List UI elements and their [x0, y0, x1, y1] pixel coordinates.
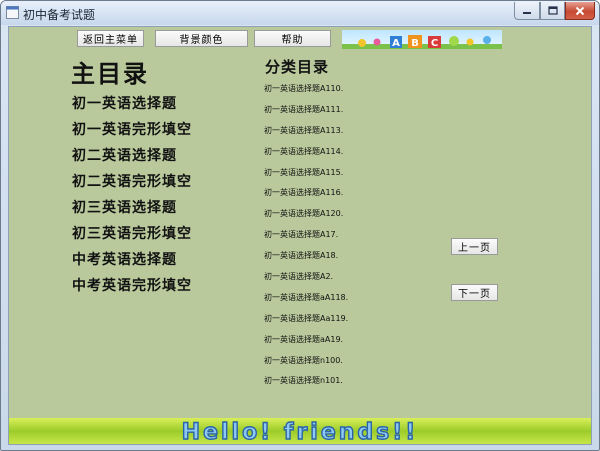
banner-text: Hello! friends!! — [182, 420, 419, 444]
category-item[interactable]: 初一英语选择题n101. — [264, 375, 348, 396]
category-item[interactable]: 初一英语选择题aA118. — [264, 292, 348, 313]
help-button[interactable]: 帮助 — [254, 30, 331, 47]
app-icon — [6, 6, 19, 19]
main-menu-item-grade2-multiple-choice[interactable]: 初二英语选择题 — [72, 146, 192, 172]
title-bar[interactable]: 初中备考试题 — [1, 1, 599, 25]
decorative-banner-abc: A B C — [342, 30, 502, 49]
main-menu-item-grade1-cloze[interactable]: 初一英语完形填空 — [72, 120, 192, 146]
category-item[interactable]: 初一英语选择题A116. — [264, 187, 348, 208]
decorative-banner-hello-friends: Hello! friends!! — [9, 418, 591, 444]
main-menu-item-zhongkao-multiple-choice[interactable]: 中考英语选择题 — [72, 250, 192, 276]
main-menu-title: 主目录 — [71, 59, 149, 88]
category-list: 初一英语选择题A110. 初一英语选择题A111. 初一英语选择题A113. 初… — [264, 83, 348, 396]
minimize-icon — [523, 11, 531, 14]
back-to-main-menu-button[interactable]: 返回主菜单 — [77, 30, 144, 47]
category-item[interactable]: 初一英语选择题Aa119. — [264, 313, 348, 334]
previous-page-button[interactable]: 上一页 — [451, 238, 498, 255]
main-menu-item-grade3-multiple-choice[interactable]: 初三英语选择题 — [72, 198, 192, 224]
category-item[interactable]: 初一英语选择题A2. — [264, 271, 348, 292]
window-title: 初中备考试题 — [23, 8, 96, 22]
main-menu-item-zhongkao-cloze[interactable]: 中考英语完形填空 — [72, 276, 192, 302]
maximize-icon — [547, 6, 558, 15]
app-window: 初中备考试题 返回主菜单 背景颜色 帮助 A B C 主目录 初一英语选择题 初… — [0, 0, 600, 451]
main-menu-item-grade1-multiple-choice[interactable]: 初一英语选择题 — [72, 94, 192, 120]
category-item[interactable]: 初一英语选择题A17. — [264, 229, 348, 250]
category-item[interactable]: 初一英语选择题A18. — [264, 250, 348, 271]
svg-text:A: A — [392, 38, 400, 49]
category-item[interactable]: 初一英语选择题A115. — [264, 167, 348, 188]
maximize-button[interactable] — [540, 2, 565, 20]
category-item[interactable]: 初一英语选择题A111. — [264, 104, 348, 125]
client-area: 返回主菜单 背景颜色 帮助 A B C 主目录 初一英语选择题 初一英语完形填空… — [8, 26, 592, 445]
category-title: 分类目录 — [265, 58, 330, 76]
category-item[interactable]: 初一英语选择题A110. — [264, 83, 348, 104]
next-page-button[interactable]: 下一页 — [451, 284, 498, 301]
background-color-button[interactable]: 背景颜色 — [155, 30, 248, 47]
category-item[interactable]: 初一英语选择题A113. — [264, 125, 348, 146]
category-item[interactable]: 初一英语选择题n100. — [264, 355, 348, 376]
svg-text:B: B — [411, 38, 419, 49]
minimize-button[interactable] — [514, 2, 540, 20]
category-item[interactable]: 初一英语选择题A120. — [264, 208, 348, 229]
svg-text:C: C — [431, 38, 438, 49]
category-item[interactable]: 初一英语选择题A114. — [264, 146, 348, 167]
main-menu-item-grade2-cloze[interactable]: 初二英语完形填空 — [72, 172, 192, 198]
close-icon — [575, 6, 585, 15]
category-item[interactable]: 初一英语选择题aA19. — [264, 334, 348, 355]
main-menu-item-grade3-cloze[interactable]: 初三英语完形填空 — [72, 224, 192, 250]
close-button[interactable] — [565, 2, 595, 20]
main-menu-list: 初一英语选择题 初一英语完形填空 初二英语选择题 初二英语完形填空 初三英语选择… — [72, 94, 192, 302]
